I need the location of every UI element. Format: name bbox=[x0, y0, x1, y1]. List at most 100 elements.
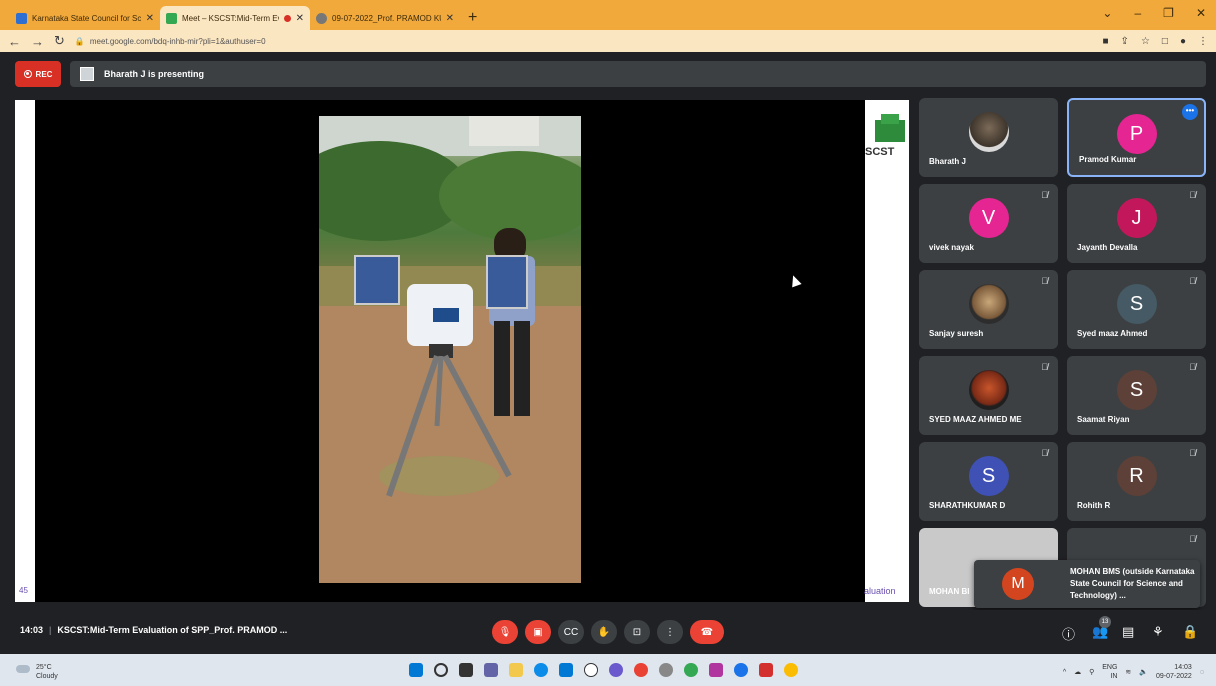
participant-photo-avatar bbox=[968, 112, 1009, 152]
menu-icon[interactable]: ⋮ bbox=[1198, 36, 1208, 47]
notification-icon[interactable]: ◌ bbox=[1200, 669, 1204, 676]
present-button[interactable]: ⊡ bbox=[624, 620, 650, 644]
info-icon[interactable]: ⓘ bbox=[1062, 624, 1075, 643]
search-icon[interactable] bbox=[434, 663, 448, 677]
close-tab-icon[interactable]: ✕ bbox=[146, 13, 154, 24]
mic-toggle-button[interactable]: 🎙 bbox=[492, 620, 518, 644]
usb-icon[interactable]: ⚲ bbox=[1089, 668, 1094, 676]
share-icon[interactable]: ⇪ bbox=[1121, 36, 1129, 47]
meet-favicon-icon bbox=[166, 12, 177, 24]
back-icon[interactable]: ← bbox=[8, 34, 21, 49]
chat-icon[interactable]: ▤ bbox=[1122, 624, 1134, 640]
task-view-icon[interactable] bbox=[459, 663, 473, 677]
presenting-banner: Bharath J is presenting bbox=[70, 61, 1206, 87]
close-window-icon[interactable]: ✕ bbox=[1196, 6, 1206, 20]
language-indicator[interactable]: ENG IN bbox=[1102, 663, 1117, 681]
tab-title: Karnataka State Council for Scien bbox=[32, 13, 141, 23]
chrome-icon[interactable] bbox=[634, 663, 648, 677]
bookmark-star-icon[interactable]: ☆ bbox=[1141, 36, 1150, 47]
start-icon[interactable] bbox=[409, 663, 423, 677]
store-icon[interactable] bbox=[559, 663, 573, 677]
notification-avatar: M bbox=[1002, 568, 1034, 600]
participant-avatar: P bbox=[1116, 114, 1157, 154]
participant-name: Bharath J bbox=[929, 157, 966, 166]
edge-icon[interactable] bbox=[534, 663, 548, 677]
chrome-profile-icon[interactable] bbox=[684, 663, 698, 677]
browser-tab-document[interactable]: 09-07-2022_Prof. PRAMOD KUM ✕ bbox=[310, 6, 460, 30]
kscst-favicon-icon bbox=[16, 12, 27, 24]
meeting-controls-bar: 14:03 | KSCST:Mid-Term Evaluation of SPP_P… bbox=[0, 610, 1216, 654]
participant-tile-active[interactable]: P ••• Pramod Kumar bbox=[1067, 98, 1206, 177]
app-icon[interactable] bbox=[609, 663, 623, 677]
mcafee-icon[interactable] bbox=[759, 663, 773, 677]
participant-tile[interactable]: 🎙̸ V vivek nayak bbox=[919, 184, 1058, 263]
captions-button[interactable]: CC bbox=[558, 620, 584, 644]
raise-hand-button[interactable]: ✋ bbox=[591, 620, 617, 644]
participant-tile[interactable]: 🎙̸ J Jayanth Devalla bbox=[1067, 184, 1206, 263]
activities-icon[interactable]: ⚘ bbox=[1152, 624, 1164, 640]
wifi-icon[interactable]: ≋ bbox=[1125, 668, 1131, 676]
cloud-icon bbox=[16, 665, 30, 673]
close-tab-icon[interactable]: ✕ bbox=[446, 13, 454, 24]
participant-tile[interactable]: 🎙̸ SYED MAAZ AHMED ME bbox=[919, 356, 1058, 435]
close-tab-icon[interactable]: ✕ bbox=[296, 13, 304, 24]
more-options-icon[interactable]: ••• bbox=[1182, 104, 1198, 120]
chrome-window-icon[interactable] bbox=[734, 663, 748, 677]
settings-icon[interactable] bbox=[659, 663, 673, 677]
mic-off-icon: 🎙̸ bbox=[1189, 448, 1196, 458]
url-field[interactable]: 🔒 meet.google.com/bdq-inhb-mir?pli=1&aut… bbox=[75, 37, 1093, 46]
minimize-icon[interactable]: – bbox=[1134, 6, 1141, 20]
volume-icon[interactable]: 🔈 bbox=[1139, 668, 1148, 676]
join-notification[interactable]: M MOHAN BMS (outside Karnataka State Cou… bbox=[974, 560, 1200, 608]
address-bar: ← → ↻ 🔒 meet.google.com/bdq-inhb-mir?pli… bbox=[0, 30, 1216, 52]
slide-footer-text: aluation bbox=[864, 586, 896, 596]
leave-call-button[interactable]: ☎ bbox=[690, 620, 724, 644]
phone-hangup-icon: ☎ bbox=[700, 626, 714, 638]
meeting-info: 14:03 | KSCST:Mid-Term Evaluation of SPP_P… bbox=[20, 625, 287, 635]
participant-name: Pramod Kumar bbox=[1079, 155, 1137, 164]
presentation-stage: 45 SCST aluation bbox=[15, 100, 909, 602]
browser-tab-kscst[interactable]: Karnataka State Council for Scien ✕ bbox=[10, 6, 160, 30]
chrome-alt-icon[interactable] bbox=[784, 663, 798, 677]
chat-app-icon[interactable] bbox=[484, 663, 498, 677]
clock[interactable]: 14:03 09-07-2022 bbox=[1156, 663, 1192, 681]
camera-off-icon: ▣ bbox=[533, 626, 543, 638]
mic-off-icon: 🎙 bbox=[498, 626, 512, 638]
camera-icon[interactable]: ■ bbox=[1103, 36, 1109, 47]
dell-icon[interactable] bbox=[584, 663, 598, 677]
more-options-button[interactable]: ⋮ bbox=[657, 620, 683, 644]
participant-tile[interactable]: Bharath J bbox=[919, 98, 1058, 177]
host-controls-icon[interactable]: 🔒 bbox=[1182, 624, 1198, 640]
participant-photo-avatar bbox=[968, 284, 1009, 324]
recording-button[interactable]: REC bbox=[15, 61, 61, 87]
people-count-badge: 13 bbox=[1099, 616, 1111, 628]
participant-tile[interactable]: 🎙̸ S Saamat Riyan bbox=[1067, 356, 1206, 435]
profile-icon[interactable]: ● bbox=[1180, 36, 1186, 47]
mic-off-icon: 🎙̸ bbox=[1189, 190, 1196, 200]
camera-toggle-button[interactable]: ▣ bbox=[525, 620, 551, 644]
reload-icon[interactable]: ↻ bbox=[54, 33, 65, 49]
participant-avatar: R bbox=[1116, 456, 1157, 496]
browser-tab-meet[interactable]: Meet – KSCST:Mid-Term Eva ✕ bbox=[160, 6, 310, 30]
participant-tile[interactable]: 🎙̸ R Rohith R bbox=[1067, 442, 1206, 521]
sidepanel-icon[interactable]: □ bbox=[1162, 36, 1168, 47]
media-app-icon[interactable] bbox=[709, 663, 723, 677]
participant-name: Syed maaz Ahmed bbox=[1077, 329, 1148, 338]
tab-search-icon[interactable]: ⌄ bbox=[1102, 6, 1112, 20]
participant-tile[interactable]: 🎙̸ S SHARATHKUMAR D bbox=[919, 442, 1058, 521]
participant-name: SHARATHKUMAR D bbox=[929, 501, 1006, 510]
new-tab-button[interactable]: + bbox=[460, 9, 485, 30]
toolbar-icons: ■ ⇪ ☆ □ ● ⋮ bbox=[1103, 36, 1209, 47]
forward-icon[interactable]: → bbox=[31, 34, 44, 49]
participant-tile[interactable]: 🎙̸ Sanjay suresh bbox=[919, 270, 1058, 349]
participant-tile[interactable]: 🎙̸ S Syed maaz Ahmed bbox=[1067, 270, 1206, 349]
mic-off-icon: 🎙̸ bbox=[1189, 534, 1196, 544]
chevron-up-icon[interactable]: ^ bbox=[1063, 669, 1066, 676]
restore-icon[interactable]: ❐ bbox=[1163, 6, 1174, 20]
weather-widget[interactable]: 25°C Cloudy bbox=[16, 663, 58, 681]
temperature: 25°C bbox=[36, 664, 52, 671]
participant-name: SYED MAAZ AHMED ME bbox=[929, 415, 1022, 424]
field-device-photo bbox=[319, 116, 581, 583]
file-explorer-icon[interactable] bbox=[509, 663, 523, 677]
cloud-sync-icon[interactable]: ☁ bbox=[1074, 668, 1081, 676]
